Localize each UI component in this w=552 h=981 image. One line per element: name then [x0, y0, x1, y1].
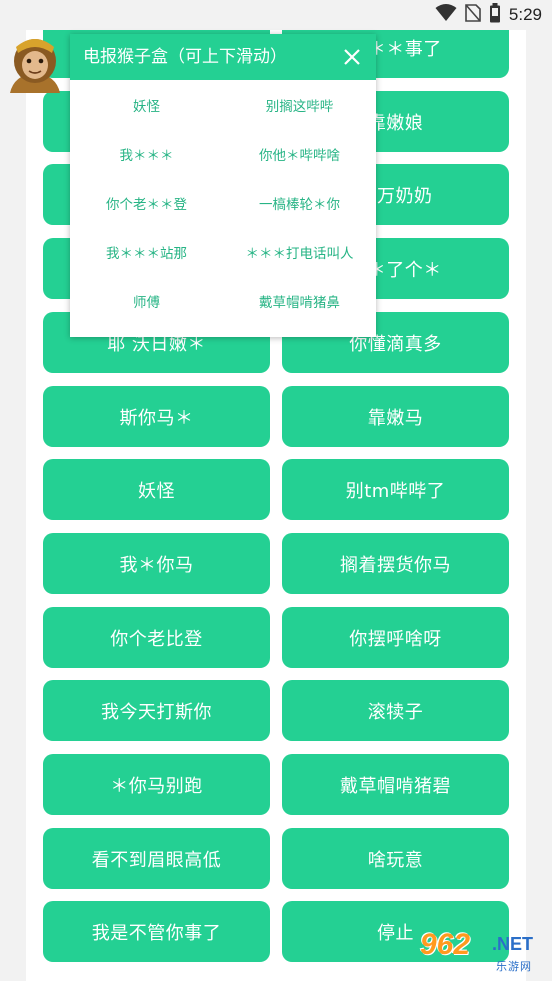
phrase-popup: 电报猴子盒（可上下滑动） 妖怪 别搁这哔哔 我＊＊＊ 你他＊哔哔啥 你个老＊＊登 一槁棒轮… [70, 34, 376, 337]
monkey-avatar[interactable] [4, 33, 66, 93]
popup-phrase-item[interactable]: 我＊＊＊站那 [70, 227, 223, 276]
popup-phrase-item[interactable]: 妖怪 [70, 80, 223, 129]
phrase-button[interactable]: 你摆呼啥呀 [282, 607, 509, 668]
phrase-button[interactable]: 滚犊子 [282, 680, 509, 741]
close-icon[interactable] [338, 43, 366, 71]
phrase-button[interactable]: 搁着摆货你马 [282, 533, 509, 594]
phrase-button[interactable]: 我＊你马 [43, 533, 270, 594]
popup-header: 电报猴子盒（可上下滑动） [70, 34, 376, 80]
phrase-button[interactable]: 我今天打斯你 [43, 680, 270, 741]
status-time: 5:29 [508, 5, 542, 24]
status-icons: 5:29 [435, 3, 542, 27]
phrase-button[interactable]: 看不到眉眼高低 [43, 828, 270, 889]
popup-title: 电报猴子盒（可上下滑动） [83, 47, 287, 67]
wifi-icon [435, 4, 457, 26]
phrase-button[interactable]: 斯你马＊ [43, 386, 270, 447]
phrase-button[interactable]: 啥玩意 [282, 828, 509, 889]
phrase-button[interactable]: 我是不管你事了 [43, 901, 270, 962]
phrase-button[interactable]: 你个老比登 [43, 607, 270, 668]
popup-phrase-item[interactable]: ＊＊＊打电话叫人 [223, 227, 376, 276]
popup-phrase-item[interactable]: 你个老＊＊登 [70, 178, 223, 227]
battery-icon [489, 3, 501, 27]
phrase-button[interactable]: ＊你马别跑 [43, 754, 270, 815]
popup-phrase-item[interactable]: 我＊＊＊ [70, 129, 223, 178]
phrase-button[interactable]: 妖怪 [43, 459, 270, 520]
watermark-net: .NET [492, 934, 534, 954]
popup-phrase-item[interactable]: 别搁这哔哔 [223, 80, 376, 129]
no-sim-icon [465, 4, 481, 26]
phrase-button[interactable]: 别tm哔哔了 [282, 459, 509, 520]
popup-phrase-item[interactable]: 戴草帽啃猪鼻 [223, 276, 376, 325]
popup-phrase-item[interactable]: 你他＊哔哔啥 [223, 129, 376, 178]
watermark-sub: 乐游网 [496, 960, 532, 973]
popup-phrase-item[interactable]: 师傅 [70, 276, 223, 325]
phrase-button[interactable]: 靠嫩马 [282, 386, 509, 447]
phrase-button[interactable]: 戴草帽啃猪碧 [282, 754, 509, 815]
site-watermark: 962 .NET 乐游网 [414, 928, 548, 976]
popup-phrase-item[interactable]: 一槁棒轮＊你 [223, 178, 376, 227]
status-bar: 5:29 [0, 0, 552, 30]
watermark-number: 962 [420, 928, 471, 961]
